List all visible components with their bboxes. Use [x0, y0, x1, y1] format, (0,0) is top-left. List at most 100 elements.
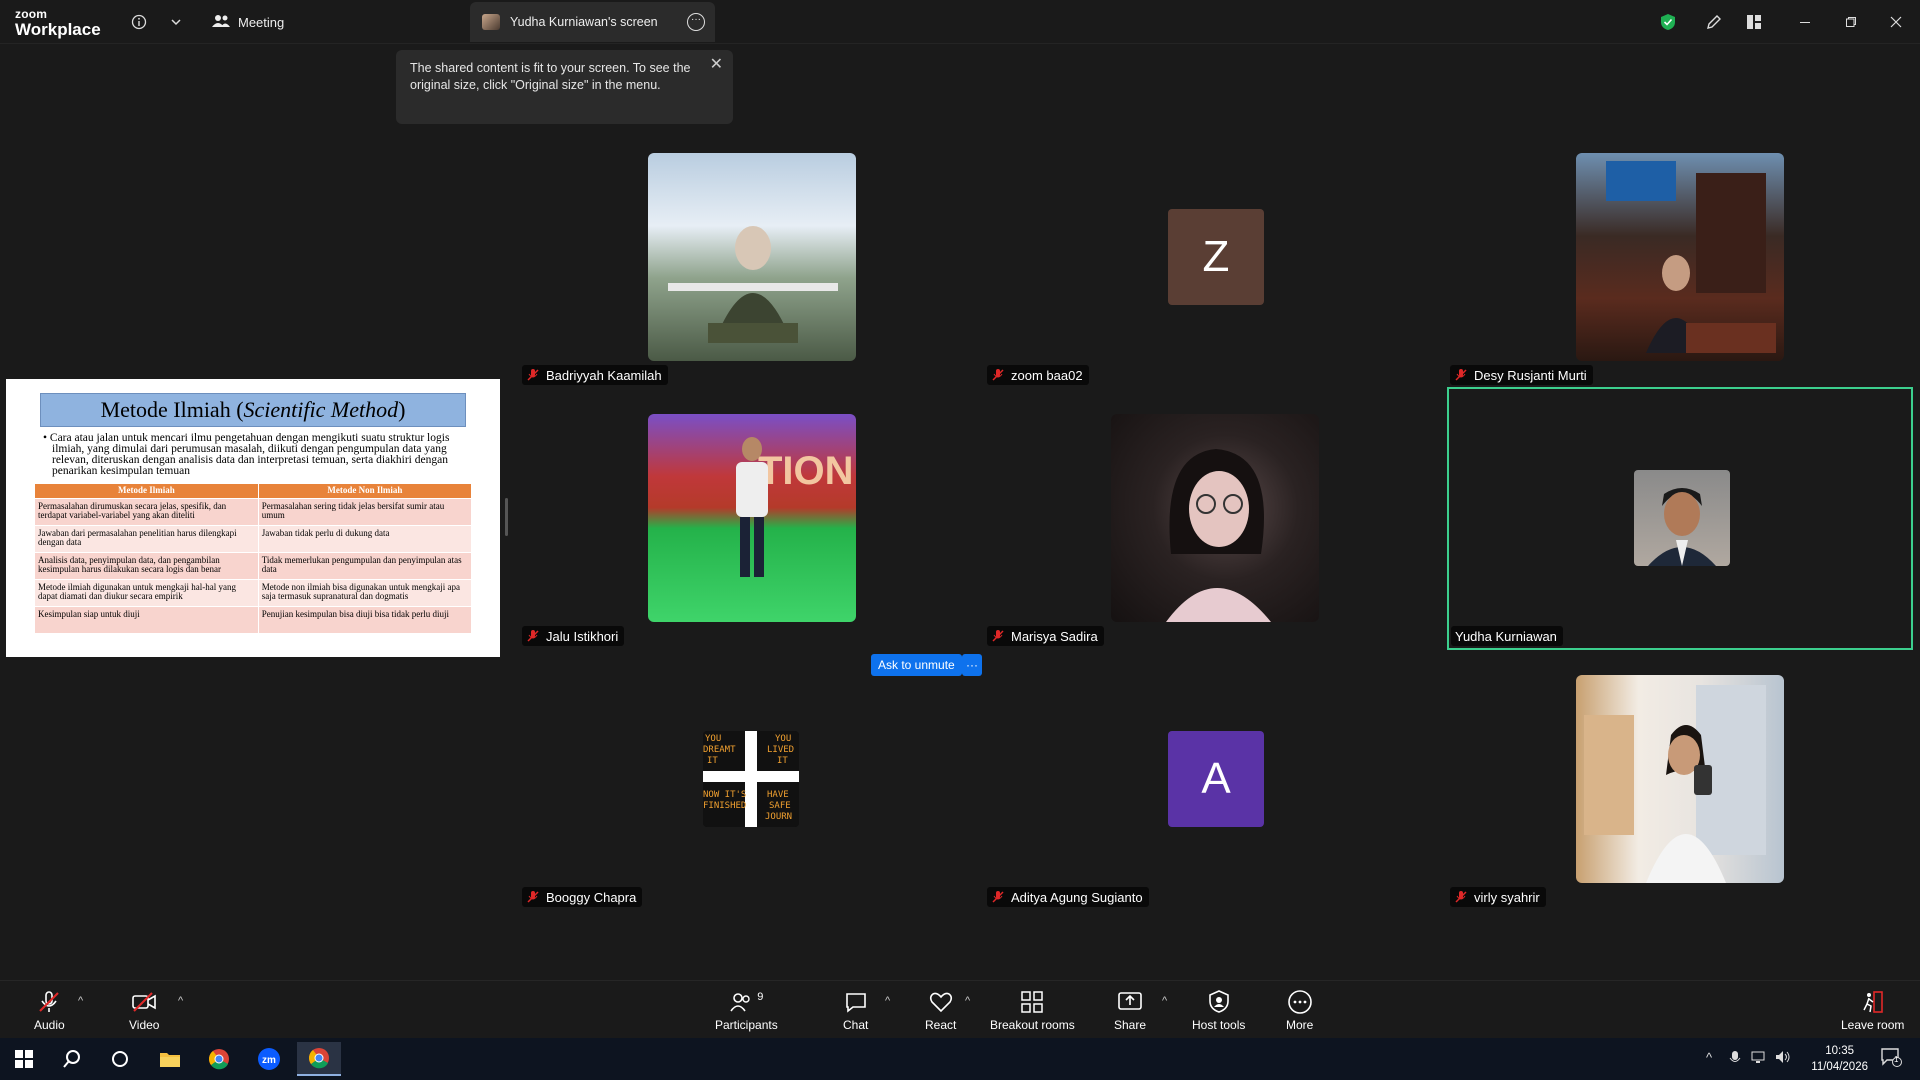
tab-meeting[interactable]: Meeting	[212, 8, 284, 36]
participant-name: Jalu Istikhori	[546, 628, 619, 644]
audio-options-chevron-icon[interactable]: ^	[78, 995, 83, 1007]
video-tile[interactable]: YOU DREAMT IT YOU LIVED IT NOW IT'S FINI…	[517, 648, 982, 908]
host-tools-button[interactable]: Host tools	[1192, 989, 1245, 1032]
share-options-chevron-icon[interactable]: ^	[1162, 995, 1167, 1007]
participant-name: Badriyyah Kaamilah	[546, 367, 662, 383]
video-options-chevron-icon[interactable]: ^	[178, 995, 183, 1007]
file-explorer-icon[interactable]	[148, 1042, 192, 1076]
video-tile[interactable]: A Aditya Agung Sugianto	[982, 648, 1447, 908]
video-label: Video	[129, 1018, 160, 1032]
meeting-info-icon[interactable]	[127, 10, 151, 34]
more-options-icon[interactable]: ···	[687, 13, 705, 31]
table-header: Metode Non Ilmiah	[257, 483, 473, 499]
leave-door-icon	[1860, 989, 1886, 1015]
muted-mic-icon	[991, 368, 1005, 382]
muted-mic-icon	[37, 989, 61, 1015]
heart-icon	[929, 989, 953, 1015]
chat-icon	[844, 989, 868, 1015]
name-tag: Desy Rusjanti Murti	[1450, 365, 1593, 385]
more-button[interactable]: More	[1286, 989, 1313, 1032]
brand-top: zoom	[15, 7, 48, 21]
react-options-chevron-icon[interactable]: ^	[965, 995, 970, 1007]
zoom-app-icon[interactable]: zm	[247, 1042, 291, 1076]
share-button[interactable]: Share	[1114, 989, 1146, 1032]
booggy-text: JOURN	[765, 812, 792, 822]
chat-options-chevron-icon[interactable]: ^	[885, 995, 890, 1007]
participant-name: Booggy Chapra	[546, 889, 637, 905]
chrome-icon[interactable]	[197, 1042, 241, 1076]
video-tile-active-speaker[interactable]: Yudha Kurniawan	[1447, 387, 1913, 650]
video-tile[interactable]: Desy Rusjanti Murti	[1447, 126, 1912, 386]
muted-mic-icon	[526, 890, 540, 904]
panel-resize-handle[interactable]	[505, 498, 508, 536]
name-tag: zoom baa02	[987, 365, 1089, 385]
participant-video	[1576, 153, 1784, 361]
tab-meeting-label: Meeting	[238, 14, 285, 30]
close-icon[interactable]	[1881, 8, 1911, 36]
chrome-active-window-icon[interactable]	[297, 1042, 341, 1076]
more-label: More	[1286, 1018, 1314, 1032]
search-icon[interactable]	[50, 1042, 94, 1076]
muted-mic-icon	[526, 629, 540, 643]
view-layout-icon[interactable]	[1739, 8, 1769, 36]
people-icon	[212, 13, 230, 32]
shared-screen-content: Metode Ilmiah (Scientific Method) • Cara…	[6, 379, 500, 657]
chevron-down-icon[interactable]	[164, 10, 188, 34]
table-row: Permasalahan dirumuskan secara jelas, sp…	[34, 497, 473, 526]
meeting-toolbar: Audio ^ Video ^ 9 Participants Chat ^ Re…	[0, 980, 1920, 1038]
task-view-icon[interactable]	[98, 1042, 142, 1076]
breakout-rooms-button[interactable]: Breakout rooms	[990, 989, 1075, 1032]
leave-room-button[interactable]: Leave room	[1841, 989, 1904, 1032]
participant-name: Yudha Kurniawan	[1455, 628, 1557, 644]
booggy-text: YOU	[775, 734, 791, 744]
notification-count: 1	[1894, 1055, 1899, 1064]
microphone-tray-icon[interactable]	[1729, 1050, 1741, 1069]
video-tile[interactable]: Marisya Sadira	[982, 387, 1447, 647]
table-cell: Jawaban dari permasalahan penelitian har…	[34, 524, 259, 553]
volume-icon[interactable]	[1775, 1050, 1791, 1067]
booggy-text: SAFE	[769, 801, 791, 811]
participant-video: TION	[648, 414, 856, 622]
chat-button[interactable]: Chat	[843, 989, 868, 1032]
video-tile[interactable]: TION Jalu Istikhori	[517, 387, 982, 647]
brand-bottom: Workplace	[15, 20, 101, 39]
breakout-rooms-label: Breakout rooms	[990, 1018, 1075, 1032]
leave-room-label: Leave room	[1841, 1018, 1905, 1032]
zoom-logo: zoom Workplace	[15, 8, 101, 38]
react-button[interactable]: React	[925, 989, 956, 1032]
table-row: Analisis data, penyimpulan data, dan pen…	[34, 551, 473, 580]
booggy-text: HAVE	[767, 790, 789, 800]
name-tag: Jalu Istikhori	[522, 626, 625, 646]
booggy-text: FINISHED	[703, 801, 746, 811]
table-cell: Permasalahan sering tidak jelas bersifat…	[257, 497, 473, 526]
video-off-icon	[131, 989, 157, 1015]
name-tag: Marisya Sadira	[987, 626, 1104, 646]
participants-button[interactable]: 9 Participants	[715, 989, 778, 1032]
presenter-avatar	[482, 14, 500, 30]
video-button[interactable]: Video	[129, 989, 159, 1032]
tray-chevron-up-icon[interactable]: ^	[1706, 1050, 1712, 1065]
notification-icon[interactable]: 1	[1880, 1047, 1902, 1070]
network-icon[interactable]	[1751, 1050, 1767, 1067]
video-tile[interactable]: Badriyyah Kaamilah	[517, 126, 982, 386]
svg-text:TION: TION	[758, 449, 854, 493]
annotate-pen-icon[interactable]	[1699, 8, 1729, 36]
muted-mic-icon	[991, 890, 1005, 904]
audio-button[interactable]: Audio	[34, 989, 65, 1032]
muted-mic-icon	[1454, 890, 1468, 904]
more-icon	[1287, 989, 1313, 1015]
shield-icon[interactable]	[1653, 8, 1683, 36]
chat-label: Chat	[843, 1018, 869, 1032]
comparison-table: Metode Ilmiah Metode Non Ilmiah Permasal…	[34, 483, 473, 634]
windows-start-icon[interactable]	[2, 1042, 46, 1076]
system-clock[interactable]: 10:35 11/04/2026	[1811, 1043, 1868, 1075]
tooltip-close-icon[interactable]: ✕	[710, 56, 723, 73]
video-tile[interactable]: Z zoom baa02	[982, 126, 1447, 386]
table-row: Metode ilmiah digunakan untuk mengkaji h…	[34, 578, 473, 607]
minimize-icon[interactable]	[1790, 8, 1820, 36]
tab-shared-screen[interactable]: Yudha Kurniawan's screen ···	[470, 2, 715, 42]
name-tag: Aditya Agung Sugianto	[987, 887, 1149, 907]
video-tile[interactable]: virly syahrir	[1447, 648, 1912, 908]
host-tools-shield-icon	[1208, 989, 1230, 1015]
restore-icon[interactable]	[1836, 8, 1866, 36]
